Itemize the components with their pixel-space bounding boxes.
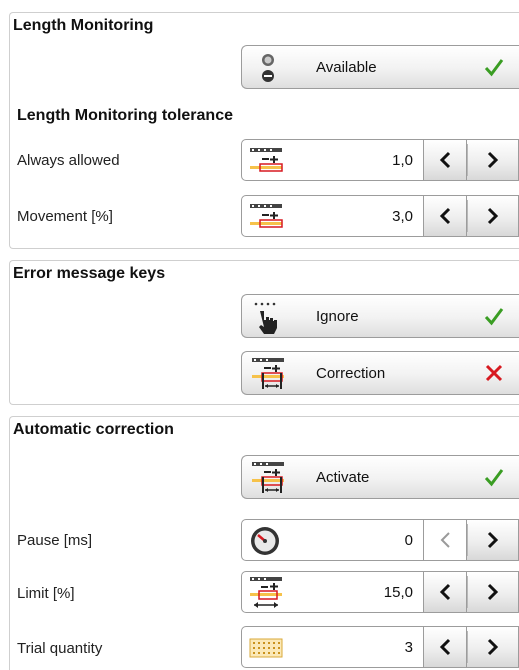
always-allowed-decrease-button[interactable]	[424, 139, 466, 181]
chevron-left-icon	[440, 532, 450, 548]
ruler-tolerance-icon	[248, 200, 284, 234]
movement-label: Movement [%]	[17, 208, 113, 225]
chevron-left-icon	[439, 638, 451, 656]
checkmark-icon	[483, 305, 505, 327]
ruler-correction-icon	[250, 460, 286, 496]
trial-quantity-field[interactable]: 3	[241, 626, 424, 668]
limit-increase-button[interactable]	[466, 571, 519, 613]
pause-field[interactable]: 0	[241, 519, 424, 561]
grid-quantity-icon	[248, 631, 284, 665]
available-label: Available	[316, 59, 377, 76]
error-keys-title: Error message keys	[13, 265, 166, 282]
length-monitoring-title: Length Monitoring	[13, 17, 154, 34]
ruler-correction-icon	[250, 356, 286, 392]
activate-label: Activate	[316, 469, 370, 486]
stopwatch-icon	[248, 524, 284, 558]
limit-label: Limit [%]	[17, 585, 75, 602]
correction-button[interactable]: Correction	[241, 351, 519, 395]
chevron-right-icon	[487, 638, 498, 656]
cross-icon	[483, 362, 505, 384]
available-button[interactable]: Available	[241, 45, 519, 89]
automatic-correction-title: Automatic correction	[13, 421, 174, 438]
always-allowed-increase-button[interactable]	[466, 139, 519, 181]
always-allowed-value: 1,0	[392, 152, 413, 169]
limit-field[interactable]: 15,0	[241, 571, 424, 613]
limit-value: 15,0	[383, 584, 413, 601]
chevron-right-icon	[487, 531, 498, 549]
checkmark-icon	[483, 56, 505, 78]
movement-field[interactable]: 3,0	[241, 195, 424, 237]
toggle-switch-icon	[250, 50, 286, 86]
trial-quantity-value: 3	[404, 639, 413, 656]
correction-label: Correction	[316, 365, 386, 382]
ignore-label: Ignore	[316, 308, 359, 325]
chevron-left-icon	[439, 151, 451, 169]
trial-quantity-decrease-button[interactable]	[424, 626, 466, 668]
always-allowed-label: Always allowed	[17, 152, 120, 169]
activate-button[interactable]: Activate	[241, 455, 519, 499]
movement-value: 3,0	[392, 208, 413, 225]
movement-increase-button[interactable]	[466, 195, 519, 237]
pause-decrease-button[interactable]	[424, 519, 466, 561]
limit-decrease-button[interactable]	[424, 571, 466, 613]
chevron-right-icon	[487, 583, 498, 601]
pause-label: Pause [ms]	[17, 532, 93, 549]
pause-value: 0	[404, 532, 413, 549]
trial-quantity-label: Trial quantity	[17, 640, 103, 657]
always-allowed-field[interactable]: 1,0	[241, 139, 424, 181]
tolerance-title: Length Monitoring tolerance	[17, 107, 233, 124]
chevron-right-icon	[487, 151, 498, 169]
checkmark-icon	[483, 466, 505, 488]
ignore-button[interactable]: Ignore	[241, 294, 519, 338]
hand-pointer-icon	[250, 299, 286, 335]
chevron-left-icon	[439, 583, 451, 601]
pause-increase-button[interactable]	[466, 519, 519, 561]
ruler-limit-icon	[248, 576, 284, 610]
movement-decrease-button[interactable]	[424, 195, 466, 237]
chevron-left-icon	[439, 207, 451, 225]
ruler-tolerance-icon	[248, 144, 284, 178]
chevron-right-icon	[487, 207, 498, 225]
trial-quantity-increase-button[interactable]	[466, 626, 519, 668]
